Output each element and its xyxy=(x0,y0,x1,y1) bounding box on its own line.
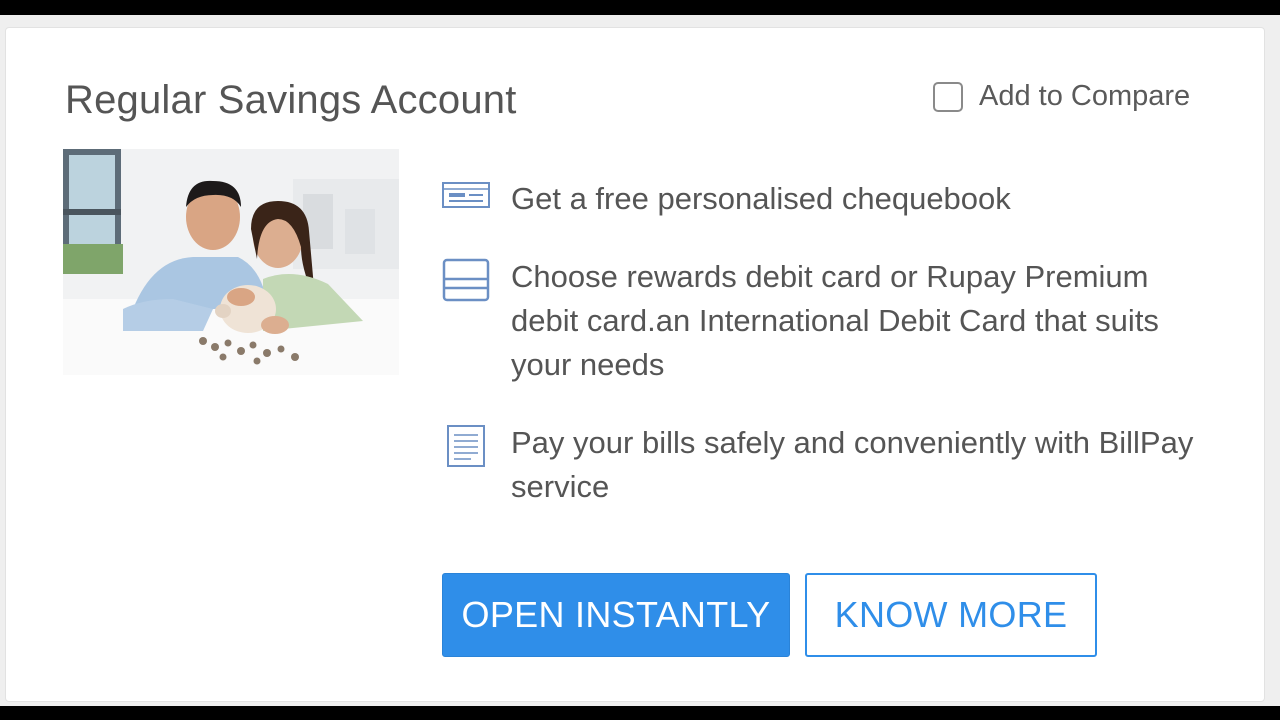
account-photo xyxy=(63,149,399,375)
feature-billpay: Pay your bills safely and conveniently w… xyxy=(441,421,1201,509)
debit-card-icon xyxy=(441,255,491,387)
feature-text: Choose rewards debit card or Rupay Premi… xyxy=(511,259,1159,382)
couple-piggy-bank-image xyxy=(63,149,399,375)
savings-account-card: Regular Savings Account Add to Compare G… xyxy=(5,27,1265,702)
bill-document-icon xyxy=(441,421,491,509)
feature-chequebook: Get a free personalised chequebook xyxy=(441,177,1011,221)
add-to-compare[interactable]: Add to Compare xyxy=(933,80,1190,113)
feature-debit-card: Choose rewards debit card or Rupay Premi… xyxy=(441,255,1201,387)
compare-checkbox[interactable] xyxy=(933,81,963,112)
know-more-button[interactable]: KNOW MORE xyxy=(805,573,1097,657)
feature-text: Get a free personalised chequebook xyxy=(511,181,1011,216)
open-instantly-button[interactable]: OPEN INSTANTLY xyxy=(442,573,790,657)
compare-label: Add to Compare xyxy=(979,80,1191,112)
cheque-icon xyxy=(441,177,491,221)
feature-text: Pay your bills safely and conveniently w… xyxy=(511,425,1194,504)
account-title: Regular Savings Account xyxy=(65,78,517,122)
